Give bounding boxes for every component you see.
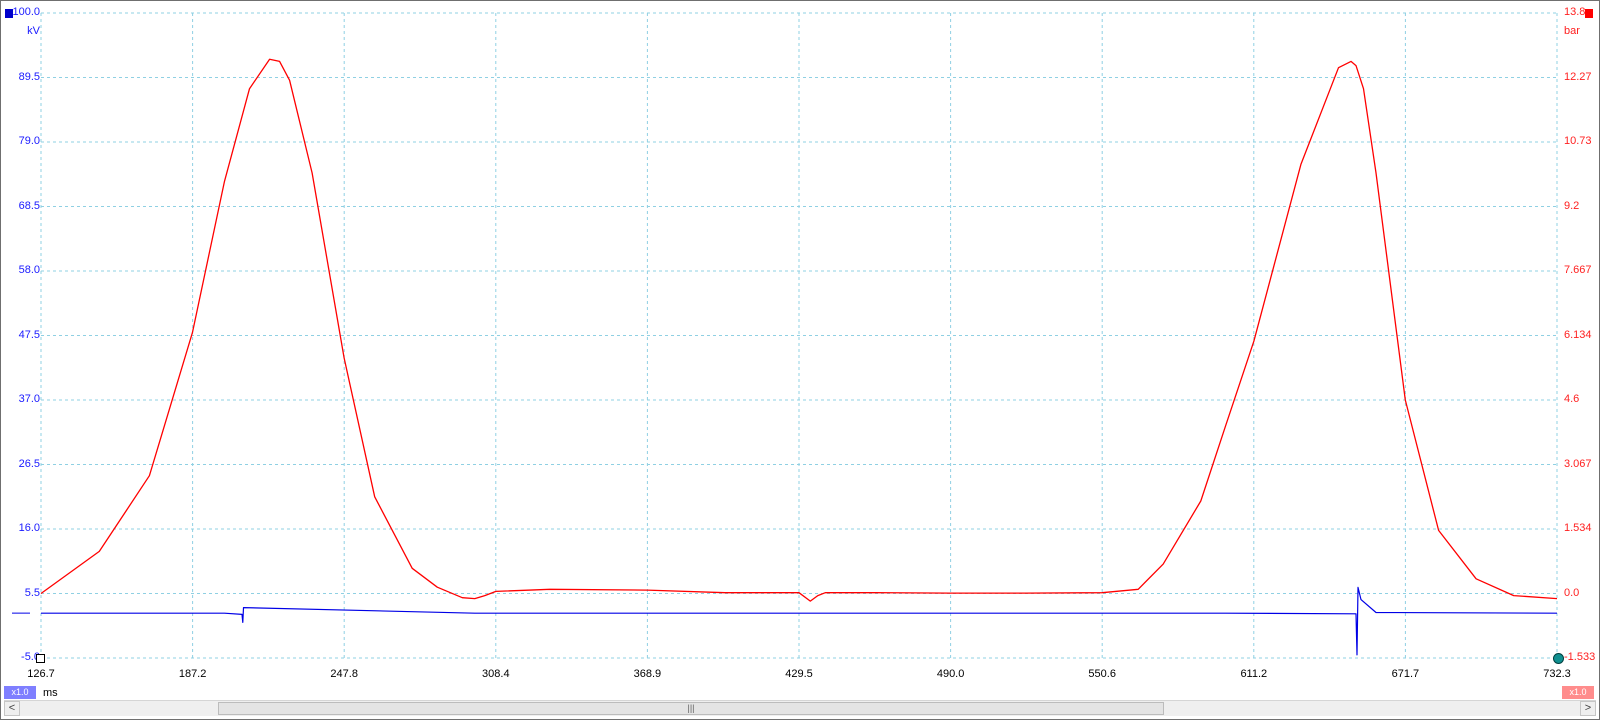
x-axis-tick-label: 126.7 xyxy=(27,668,55,680)
x-axis-tick-label: 732.3 xyxy=(1543,668,1571,680)
x-axis-tick-label: 247.8 xyxy=(330,668,358,680)
x-axis-tick-label: 671.7 xyxy=(1391,668,1420,680)
left-axis-marker xyxy=(5,9,13,18)
x-axis-tick-label: 187.2 xyxy=(178,668,207,680)
right-axis-tick-label: 6.134 xyxy=(1564,328,1592,341)
x-axis-tick-label: 368.9 xyxy=(633,668,662,680)
left-zoom-badge[interactable]: x1.0 xyxy=(4,686,36,699)
right-axis-tick-label: 9.2 xyxy=(1564,199,1580,212)
right-axis-tick-label: 7.667 xyxy=(1564,264,1592,276)
cursor-end-marker[interactable] xyxy=(1553,653,1564,664)
right-axis-tick-label: 4.6 xyxy=(1564,393,1580,405)
left-axis-tick-label: 79.0 xyxy=(18,135,40,147)
plot-area[interactable] xyxy=(0,0,1600,720)
left-axis-tick-label: 37.0 xyxy=(18,393,40,405)
right-axis-unit: bar xyxy=(1564,25,1580,37)
right-axis-tick-label: 0.0 xyxy=(1564,586,1580,599)
right-axis-marker xyxy=(1585,9,1593,18)
left-axis-unit: kV xyxy=(27,25,40,37)
right-axis-tick-label: 1.534 xyxy=(1564,522,1592,534)
horizontal-scrollbar[interactable]: < ||| > xyxy=(4,700,1596,716)
left-axis-tick-label: 5.5 xyxy=(24,586,40,599)
right-axis-tick-label: 3.067 xyxy=(1564,457,1592,470)
x-axis-tick-label: 429.5 xyxy=(785,668,813,680)
left-axis-tick-label: 89.5 xyxy=(18,70,40,83)
right-axis-tick-label: 10.73 xyxy=(1564,135,1592,147)
scroll-left-arrow[interactable]: < xyxy=(4,701,20,716)
left-axis-tick-label: -5.0 xyxy=(21,651,40,663)
left-axis-tick-label: 47.5 xyxy=(18,328,40,341)
left-axis-tick-label: 16.0 xyxy=(18,522,40,534)
right-axis-tick-label: 12.27 xyxy=(1564,70,1592,83)
x-axis-tick-label: 550.6 xyxy=(1088,668,1116,680)
right-axis-tick-label: 13.8 xyxy=(1564,6,1586,18)
scroll-thumb[interactable]: ||| xyxy=(218,702,1164,715)
left-axis-tick-label: 26.5 xyxy=(18,457,40,470)
x-axis-tick-label: 308.4 xyxy=(482,668,510,680)
x-axis-tick-label: 490.0 xyxy=(936,668,965,680)
right-axis-tick-label: -1.533 xyxy=(1564,651,1596,663)
right-zoom-badge[interactable]: x1.0 xyxy=(1562,686,1594,699)
scroll-right-arrow[interactable]: > xyxy=(1580,701,1596,716)
cursor-start-marker[interactable] xyxy=(36,654,45,663)
left-axis-tick-label: 68.5 xyxy=(18,199,40,212)
x-axis-unit: ms xyxy=(43,687,58,699)
x-axis-tick-label: 611.2 xyxy=(1240,668,1268,680)
left-axis-tick-label: 58.0 xyxy=(18,264,40,276)
